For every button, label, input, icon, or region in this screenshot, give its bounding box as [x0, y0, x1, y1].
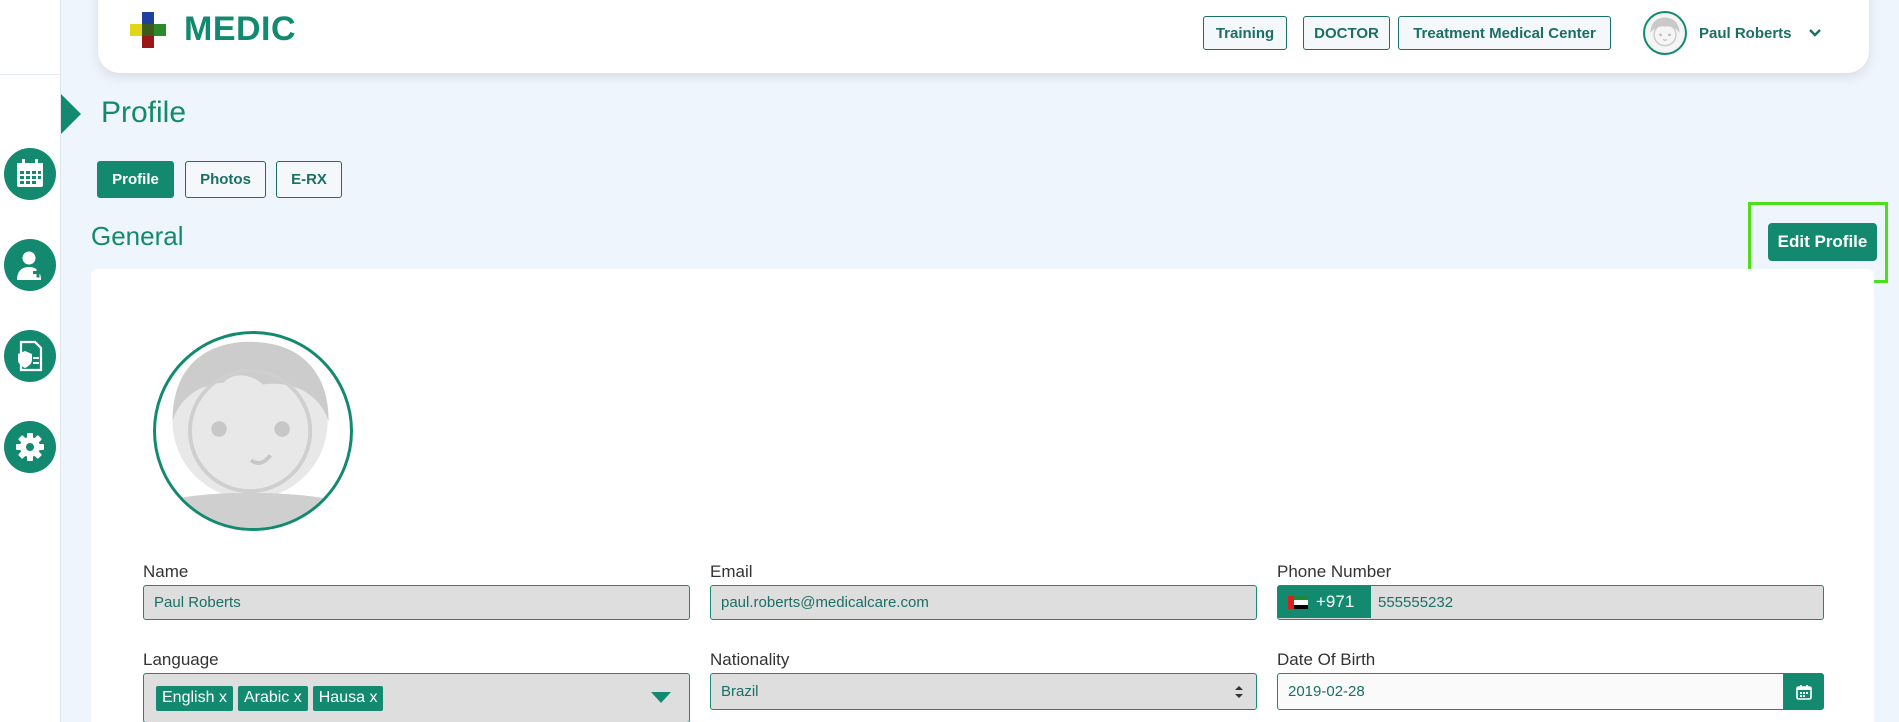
- role-button[interactable]: DOCTOR: [1303, 16, 1390, 50]
- medical-document-icon: [18, 340, 43, 372]
- sidebar-item-medical-records[interactable]: [4, 330, 56, 382]
- user-name: Paul Roberts: [1699, 24, 1792, 42]
- language-tag-hausa: Hausa x: [312, 685, 384, 711]
- language-multiselect[interactable]: English x Arabic x Hausa x: [143, 673, 690, 722]
- date-picker-button[interactable]: [1784, 673, 1824, 710]
- tab-profile[interactable]: Profile: [97, 161, 174, 198]
- tag-remove-icon[interactable]: x: [294, 689, 302, 707]
- user-menu[interactable]: Paul Roberts: [1643, 11, 1822, 55]
- app-logo[interactable]: MEDIC: [130, 10, 296, 49]
- sidebar-top: [0, 0, 60, 75]
- title-marker: [61, 94, 81, 134]
- phone-label: Phone Number: [1277, 562, 1392, 581]
- edit-profile-button[interactable]: Edit Profile: [1768, 223, 1877, 261]
- nationality-select[interactable]: Brazil: [710, 673, 1257, 710]
- doctor-icon: [17, 251, 43, 280]
- language-tag-arabic: Arabic x: [237, 685, 308, 711]
- sidebar-item-calendar[interactable]: [4, 148, 56, 200]
- calendar-icon: [1796, 684, 1812, 700]
- email-label: Email: [710, 562, 753, 581]
- profile-photo: [153, 331, 353, 531]
- tab-erx[interactable]: E-RX: [276, 161, 342, 198]
- uae-flag-icon: [1288, 595, 1308, 609]
- phone-number: 555555232: [1378, 594, 1454, 611]
- sidebar-item-doctor[interactable]: [4, 239, 56, 291]
- name-label: Name: [143, 562, 189, 581]
- training-button[interactable]: Training: [1203, 16, 1287, 50]
- language-tag-english: English x: [156, 685, 233, 711]
- name-field[interactable]: Paul Roberts: [143, 585, 690, 620]
- phone-country-selector[interactable]: +971: [1278, 586, 1371, 618]
- top-header: MEDIC Training DOCTOR Treatment Medical …: [98, 0, 1869, 73]
- gear-icon: [16, 433, 44, 461]
- select-arrows-icon: [1235, 686, 1243, 698]
- page-title: Profile: [101, 96, 187, 129]
- avatar: [1643, 11, 1687, 55]
- caret-down-icon[interactable]: [651, 692, 671, 704]
- dob-field[interactable]: 2019-02-28: [1277, 673, 1784, 710]
- chevron-down-icon: [1808, 29, 1821, 37]
- phone-code: +971: [1316, 592, 1355, 611]
- tab-photos[interactable]: Photos: [185, 161, 266, 198]
- email-field[interactable]: paul.roberts@medicalcare.com: [710, 585, 1257, 620]
- medic-cross-icon: [130, 11, 166, 48]
- nationality-value: Brazil: [721, 683, 759, 700]
- profile-card: Name Paul Roberts Email paul.roberts@med…: [91, 269, 1874, 722]
- calendar-icon: [17, 159, 43, 187]
- dob-label: Date Of Birth: [1277, 650, 1376, 669]
- sidebar-item-settings[interactable]: [4, 421, 56, 473]
- app-name: MEDIC: [184, 10, 297, 48]
- tag-remove-icon[interactable]: x: [219, 689, 227, 707]
- medical-center-button[interactable]: Treatment Medical Center: [1398, 16, 1611, 50]
- language-label: Language: [143, 650, 219, 669]
- sidebar: [0, 0, 61, 722]
- section-title: General: [91, 221, 184, 251]
- tag-remove-icon[interactable]: x: [369, 689, 377, 707]
- nationality-label: Nationality: [710, 650, 790, 669]
- phone-field[interactable]: +971 555555232: [1277, 585, 1824, 620]
